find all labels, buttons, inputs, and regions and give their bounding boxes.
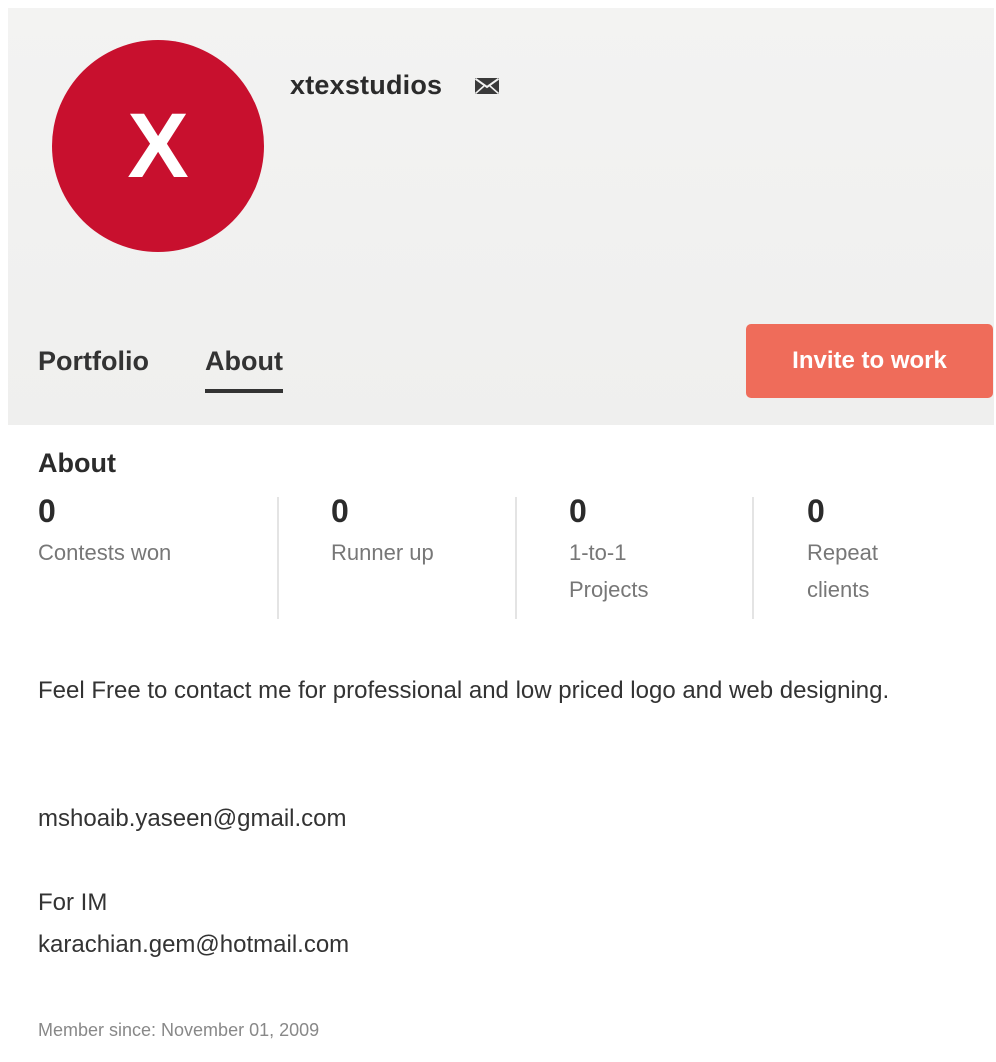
stat-value: 0 xyxy=(569,493,587,529)
bio-text: Feel Free to contact me for professional… xyxy=(38,677,890,704)
stat-value: 0 xyxy=(807,493,825,529)
stat-value: 0 xyxy=(331,493,349,529)
avatar-letter: X xyxy=(127,95,189,197)
username[interactable]: xtexstudios xyxy=(290,70,442,101)
stat-divider xyxy=(752,497,754,619)
stat-label: Runner up xyxy=(331,539,434,565)
stat-repeat-clients: 0 Repeat clients xyxy=(807,493,917,608)
stat-divider xyxy=(515,497,517,619)
avatar[interactable]: X xyxy=(52,40,264,252)
profile-tabs: Portfolio About xyxy=(38,346,283,393)
profile-header: X xtexstudios Portfolio About Invite to … xyxy=(8,8,994,425)
stat-contests-won: 0 Contests won xyxy=(38,493,238,571)
stat-1-to-1-projects: 0 1-to-1 Projects xyxy=(569,493,689,608)
tab-about[interactable]: About xyxy=(204,346,283,393)
tab-portfolio[interactable]: Portfolio xyxy=(38,346,149,389)
im-label: For IM xyxy=(38,889,108,916)
stat-value: 0 xyxy=(38,493,56,529)
stat-divider xyxy=(277,497,279,619)
invite-to-work-button[interactable]: Invite to work xyxy=(746,324,993,398)
stat-label: Contests won xyxy=(38,539,172,565)
username-row: xtexstudios xyxy=(290,70,500,101)
stats-row: 0 Contests won 0 Runner up 0 1-to-1 Proj… xyxy=(38,493,978,623)
stat-label: Repeat clients xyxy=(807,539,878,602)
member-since: Member since: November 01, 2009 xyxy=(38,1020,320,1040)
im-contact: karachian.gem@hotmail.com xyxy=(38,931,350,958)
profile-page: X xtexstudios Portfolio About Invite to … xyxy=(0,0,996,1062)
section-title: About xyxy=(38,448,116,478)
about-section: About 0 Contests won 0 Runner up 0 1-to-… xyxy=(38,448,978,1040)
contact-email: mshoaib.yaseen@gmail.com xyxy=(38,805,347,832)
envelope-icon[interactable] xyxy=(474,77,500,95)
stat-runner-up: 0 Runner up xyxy=(331,493,531,571)
stat-label: 1-to-1 Projects xyxy=(569,539,649,602)
